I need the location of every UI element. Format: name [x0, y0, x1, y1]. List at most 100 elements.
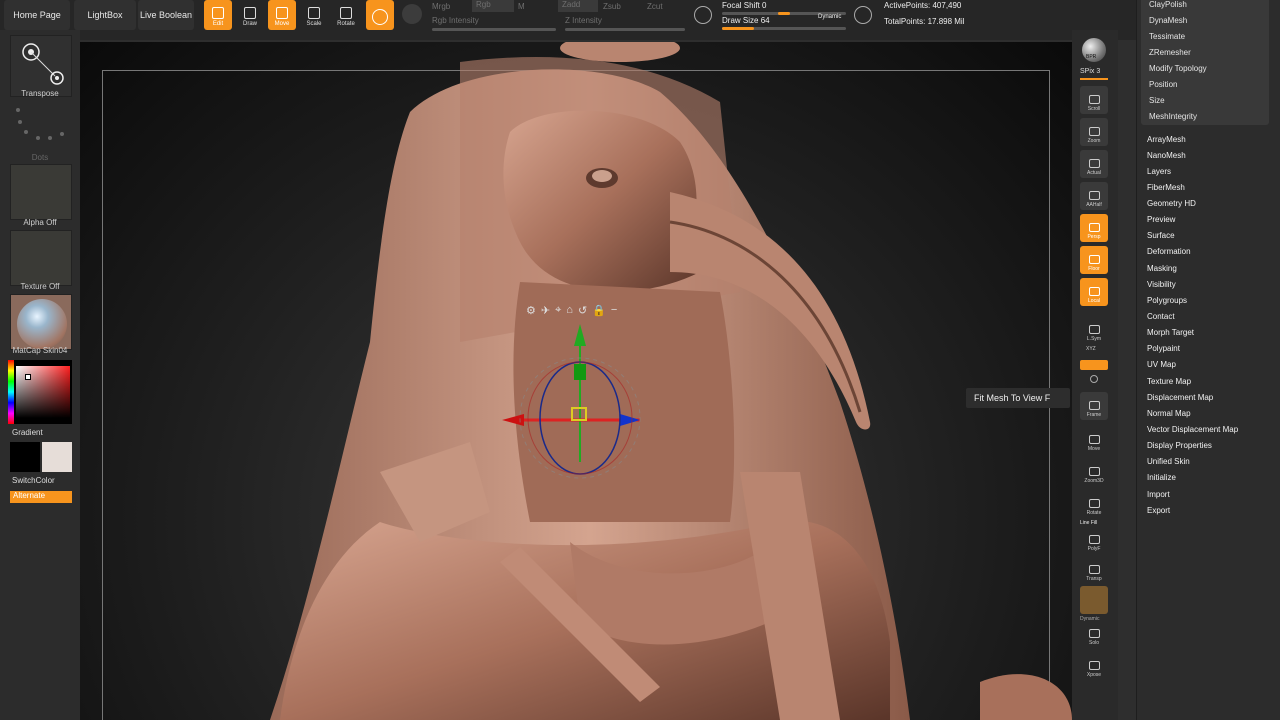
draw-size-slider[interactable]: Draw Size 64 [722, 16, 770, 25]
rotate-tool-button[interactable]: Rotate [332, 0, 360, 30]
persp-button[interactable]: Persp [1080, 214, 1108, 242]
zsub-button[interactable]: Zsub [603, 2, 621, 11]
menu-claypolish[interactable]: ClayPolish [1149, 0, 1187, 9]
menu-fibermesh[interactable]: FiberMesh [1147, 183, 1185, 192]
menu-visibility[interactable]: Visibility [1147, 280, 1176, 289]
menu-displacement-map[interactable]: Displacement Map [1147, 393, 1213, 402]
menu-position[interactable]: Position [1149, 80, 1177, 89]
scale-tool-button[interactable]: Scale [300, 0, 328, 30]
frame-button[interactable]: Frame [1080, 392, 1108, 420]
menu-geometry-hd[interactable]: Geometry HD [1147, 199, 1196, 208]
menu-normal-map[interactable]: Normal Map [1147, 409, 1191, 418]
rgb-intensity-slider[interactable]: Rgb Intensity [432, 16, 479, 25]
color-picker[interactable] [8, 360, 72, 424]
transpose-slot[interactable] [10, 35, 72, 97]
menu-export[interactable]: Export [1147, 506, 1170, 515]
z-intensity-track[interactable] [565, 28, 685, 31]
menu-morph-target[interactable]: Morph Target [1147, 328, 1194, 337]
zadd-button[interactable]: Zadd [558, 0, 598, 12]
stroke-slot[interactable] [10, 100, 72, 154]
aahalf-button[interactable]: AAHalf [1080, 182, 1108, 210]
menu-layers[interactable]: Layers [1147, 167, 1171, 176]
live-boolean-button[interactable]: Live Boolean [138, 0, 194, 30]
rgb-button[interactable]: Rgb [472, 0, 514, 12]
lock-icon[interactable]: 🔒 [592, 304, 606, 317]
material-ball-icon[interactable] [402, 4, 422, 24]
home-page-button[interactable]: Home Page [4, 0, 70, 30]
menu-polypaint[interactable]: Polypaint [1147, 344, 1180, 353]
menu-preview[interactable]: Preview [1147, 215, 1175, 224]
undo-icon[interactable]: ↺ [578, 304, 587, 317]
actual-button[interactable]: Actual [1080, 150, 1108, 178]
local-button[interactable]: Local [1080, 278, 1108, 306]
xyz-button[interactable]: XYZ [1086, 346, 1096, 352]
menu-texture-map[interactable]: Texture Map [1147, 377, 1191, 386]
home-icon[interactable]: ⌂ [566, 304, 573, 317]
lsym-button[interactable]: L.Sym [1080, 316, 1108, 344]
spix-track[interactable] [1080, 78, 1108, 80]
menu-vector-displacement-map[interactable]: Vector Displacement Map [1147, 425, 1238, 434]
material-slot[interactable] [10, 294, 72, 350]
viewport-canvas[interactable]: ⚙ ✈ ⌖ ⌂ ↺ 🔒 − [80, 42, 1072, 720]
edit-tool-button[interactable]: Edit [204, 0, 232, 30]
menu-import[interactable]: Import [1147, 490, 1170, 499]
zcut-button[interactable]: Zcut [647, 2, 663, 11]
mrgb-button[interactable]: Mrgb [432, 2, 450, 11]
main-color-swatch[interactable] [10, 442, 40, 472]
xpose-button[interactable]: Xpose [1080, 652, 1108, 680]
menu-polygroups[interactable]: Polygroups [1147, 296, 1187, 305]
menu-arraymesh[interactable]: ArrayMesh [1147, 135, 1186, 144]
rotate-axis-icon[interactable] [1090, 375, 1098, 383]
alpha-slot[interactable] [10, 164, 72, 220]
minus-icon[interactable]: − [611, 304, 617, 317]
zoom3d-button[interactable]: Zoom3D [1080, 458, 1108, 486]
location-icon[interactable]: ⌖ [555, 304, 561, 317]
menu-deformation[interactable]: Deformation [1147, 247, 1191, 256]
solo-button[interactable]: Solo [1080, 620, 1108, 648]
hue-strip[interactable] [8, 360, 14, 424]
alternate-button[interactable]: Alternate [10, 491, 72, 503]
menu-display-properties[interactable]: Display Properties [1147, 441, 1212, 450]
move-view-button[interactable]: Move [1080, 426, 1108, 454]
menu-meshintegrity[interactable]: MeshIntegrity [1149, 112, 1197, 121]
ghost-button[interactable] [1080, 586, 1108, 614]
pin-icon[interactable]: ✈ [541, 304, 550, 317]
dynamic-button[interactable]: Dynamic [818, 14, 841, 20]
menu-nanomesh[interactable]: NanoMesh [1147, 151, 1186, 160]
focal-shift-slider[interactable]: Focal Shift 0 [722, 1, 766, 10]
lightbox-button[interactable]: LightBox [74, 0, 136, 30]
menu-modify-topology[interactable]: Modify Topology [1149, 64, 1207, 73]
m-button[interactable]: M [518, 2, 525, 11]
secondary-color-swatch[interactable] [42, 442, 72, 472]
menu-surface[interactable]: Surface [1147, 231, 1175, 240]
rotate-view-button[interactable]: Rotate [1080, 490, 1108, 518]
lazy-mouse-icon[interactable] [694, 6, 712, 24]
menu-dynamesh[interactable]: DynaMesh [1149, 16, 1187, 25]
z-intensity-slider[interactable]: Z Intensity [565, 16, 602, 25]
move-tool-button[interactable]: Move [268, 0, 296, 30]
menu-tessimate[interactable]: Tessimate [1149, 32, 1185, 41]
floor-button[interactable]: Floor [1080, 246, 1108, 274]
gradient-label[interactable]: Gradient [12, 428, 43, 437]
menu-initialize[interactable]: Initialize [1147, 473, 1176, 482]
rgb-intensity-track[interactable] [432, 28, 556, 31]
axis-toggle[interactable] [1080, 360, 1108, 370]
menu-contact[interactable]: Contact [1147, 312, 1175, 321]
scroll-button[interactable]: Scroll [1080, 86, 1108, 114]
color-cursor[interactable] [25, 374, 31, 380]
spix-slider[interactable]: SPix 3 [1080, 68, 1100, 75]
sculptris-icon[interactable] [854, 6, 872, 24]
switchcolor-button[interactable]: SwitchColor [12, 476, 55, 485]
sphere-mode-button[interactable] [366, 0, 394, 30]
menu-zremesher[interactable]: ZRemesher [1149, 48, 1191, 57]
menu-uv-map[interactable]: UV Map [1147, 360, 1176, 369]
texture-slot[interactable] [10, 230, 72, 286]
draw-tool-button[interactable]: Draw [236, 0, 264, 30]
zoom-button[interactable]: Zoom [1080, 118, 1108, 146]
polyf-button[interactable]: PolyF [1080, 526, 1108, 554]
transp-button[interactable]: Transp [1080, 556, 1108, 584]
menu-size[interactable]: Size [1149, 96, 1165, 105]
menu-unified-skin[interactable]: Unified Skin [1147, 457, 1190, 466]
gear-icon[interactable]: ⚙ [526, 304, 536, 317]
menu-masking[interactable]: Masking [1147, 264, 1177, 273]
